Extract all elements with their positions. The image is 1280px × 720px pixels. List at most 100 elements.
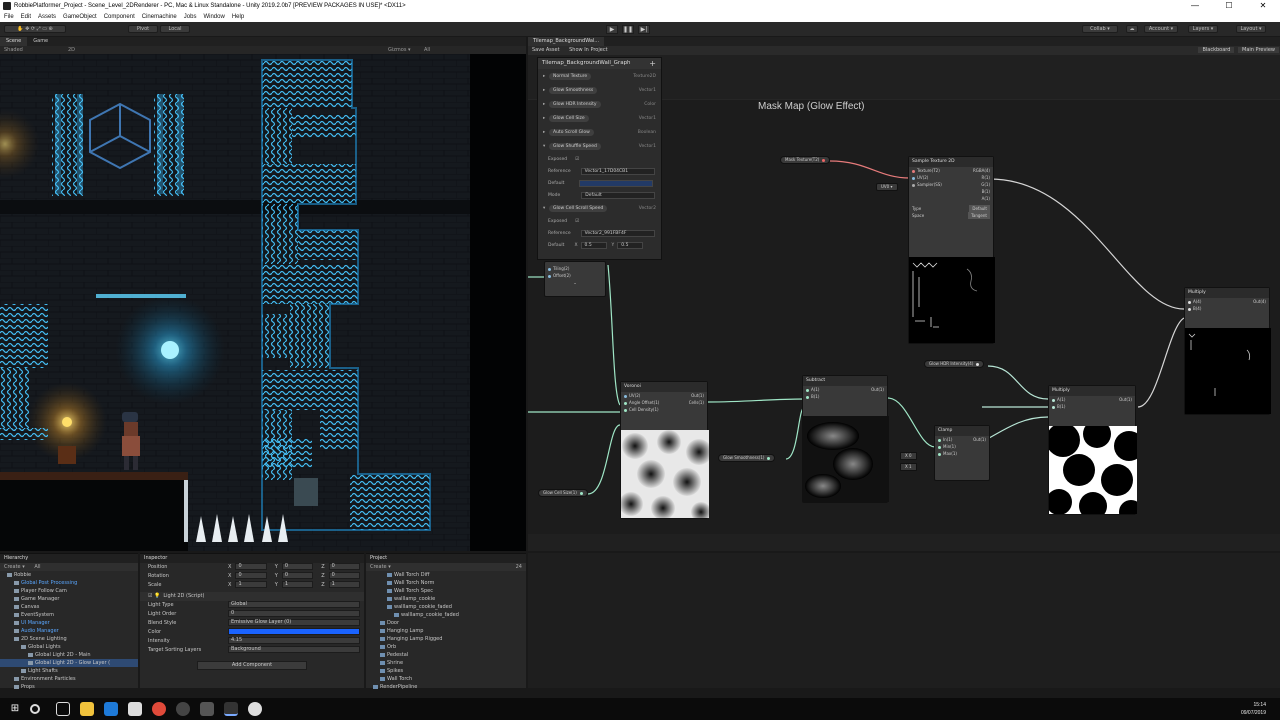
rotation-y[interactable]: 0 [281, 572, 314, 579]
layers-dropdown[interactable]: Layers ▾ [1188, 25, 1218, 33]
add-component-button[interactable]: Add Component [197, 661, 307, 670]
hierarchy-item[interactable]: EventSystem [0, 611, 138, 619]
menu-component[interactable]: Component [104, 12, 135, 22]
bb-prop-cell-scroll-speed[interactable]: ▾ Glow Cell Scroll Speed Vector2 [538, 201, 661, 215]
bb-prop-glow-hdr[interactable]: ▸ Glow HDR Intensity Color [538, 97, 661, 111]
position-x[interactable]: 0 [235, 563, 267, 570]
type-dropdown[interactable]: Default [969, 205, 990, 212]
menu-assets[interactable]: Assets [38, 12, 56, 22]
project-item[interactable]: Hanging Lamp [366, 627, 526, 635]
tab-scene[interactable]: Scene [0, 37, 28, 46]
clamp-node[interactable]: Clamp In(1) Min(1) Max(1) Out(1) [934, 425, 990, 481]
scale-x[interactable]: 1 [235, 581, 267, 588]
mail-icon[interactable] [128, 702, 142, 716]
bb-prop-auto-scroll[interactable]: ▸ Auto Scroll Glow Boolean [538, 125, 661, 139]
tab-hierarchy[interactable]: Hierarchy [0, 554, 138, 563]
rotation-z[interactable]: 0 [328, 572, 361, 579]
tiling-offset-node[interactable]: Tiling(2) Offset(2) ⌄ [544, 261, 606, 297]
glow-cell-size-pill[interactable]: Glow Cell Size(1) [538, 489, 588, 497]
step-button[interactable]: ▶| [638, 25, 650, 34]
menu-window[interactable]: Window [203, 12, 224, 22]
light-type-dropdown[interactable]: Global [228, 601, 360, 608]
project-item[interactable]: Wall Torch [366, 675, 526, 683]
pause-button[interactable]: ❚❚ [622, 25, 634, 34]
hierarchy-item[interactable]: Game Manager [0, 595, 138, 603]
hierarchy-search[interactable]: All [34, 564, 40, 570]
multiply-node-1[interactable]: Multiply A(1) B(1) Out(1) [1048, 385, 1137, 515]
menu-gameobject[interactable]: GameObject [63, 12, 97, 22]
scale-z[interactable]: 1 [328, 581, 361, 588]
menu-file[interactable]: File [4, 12, 14, 22]
unity-taskbar-icon[interactable] [224, 702, 238, 716]
windows-start-icon[interactable]: ⊞ [8, 702, 22, 716]
menu-edit[interactable]: Edit [21, 12, 31, 22]
shading-mode-dropdown[interactable]: Shaded [4, 47, 23, 53]
project-item[interactable]: Wall Torch Norm [366, 579, 526, 587]
bb-prop-shuffle-speed[interactable]: ▾ Glow Shuffle Speed Vector1 [538, 139, 661, 153]
clamp-min-field[interactable]: X 0 [900, 452, 917, 460]
main-preview-toggle[interactable]: Main Preview [1238, 47, 1279, 53]
project-item[interactable]: walllamp_cookie_faded [366, 611, 526, 619]
hierarchy-item[interactable]: Global Post Processing [0, 579, 138, 587]
project-item[interactable]: Door [366, 619, 526, 627]
gizmos-dropdown[interactable]: Gizmos ▾ [388, 46, 411, 54]
project-item[interactable]: Wall Torch Spec [366, 587, 526, 595]
maximize-button[interactable]: ☐ [1212, 0, 1246, 12]
save-asset-button[interactable]: Save Asset [532, 47, 560, 53]
layout-dropdown[interactable]: Layout ▾ [1236, 25, 1266, 33]
project-item[interactable]: Pedestal [366, 651, 526, 659]
position-y[interactable]: 0 [281, 563, 314, 570]
clamp-max-field[interactable]: X 1 [900, 463, 917, 471]
tab-inspector[interactable]: Inspector [140, 554, 364, 563]
cloud-icon[interactable]: ☁ [1126, 25, 1138, 33]
bb-prop-normal-texture[interactable]: ▸ Normal Texture Texture2D [538, 69, 661, 83]
glow-smoothness-pill[interactable]: Glow Smoothness(1) [718, 454, 776, 462]
collapse-chevron-icon[interactable]: ⌄ [545, 279, 605, 286]
add-property-button[interactable]: + [649, 59, 656, 68]
project-item[interactable]: Wall Torch Diff [366, 571, 526, 579]
chrome-icon[interactable] [152, 702, 166, 716]
x-field[interactable]: 0.5 [580, 241, 607, 249]
task-view-icon[interactable] [56, 702, 70, 716]
mode-dropdown[interactable]: Default [581, 191, 656, 199]
sorting-layers-dropdown[interactable]: Background [228, 646, 360, 653]
hierarchy-item[interactable]: Global Lights [0, 643, 138, 651]
intensity-field[interactable]: 4.15 [228, 637, 360, 644]
blackboard-toggle[interactable]: Blackboard [1198, 47, 1235, 53]
light-order-field[interactable]: 0 [228, 610, 360, 617]
light2d-component-header[interactable]: ☑ 💡 Light 2D (Script) [140, 592, 364, 601]
blackboard-panel[interactable]: Tilemap_BackgroundWall_Graph + ▸ Normal T… [537, 57, 662, 260]
voronoi-node[interactable]: Voronoi UV(2) Angle Offset(1) Cell Densi… [620, 381, 709, 519]
pivot-toggle[interactable]: Pivot [128, 25, 158, 33]
hierarchy-item[interactable]: 2D Scene Lighting [0, 635, 138, 643]
play-button[interactable]: ▶ [606, 25, 618, 34]
space-dropdown[interactable]: Tangent [968, 212, 990, 219]
exposed-checkbox[interactable]: ☑ [575, 157, 579, 162]
glow-hdr-pill[interactable]: Glow HDR Intensity(4) [924, 360, 985, 368]
blend-style-dropdown[interactable]: Emissive Glow Layer (0) [228, 619, 360, 626]
hierarchy-item[interactable]: Robbie [0, 571, 138, 579]
app-icon[interactable] [200, 702, 214, 716]
sample-texture-2d-node[interactable]: Sample Texture 2D Texture(T2) UV(2) Samp… [908, 156, 995, 344]
close-button[interactable]: ✕ [1246, 0, 1280, 12]
collab-button[interactable]: Collab ▾ [1082, 25, 1118, 33]
tab-project[interactable]: Project [366, 554, 526, 563]
hierarchy-item[interactable]: Global Light 2D - Glow Layer ( [0, 659, 138, 667]
project-create-button[interactable]: Create ▾ [370, 564, 391, 570]
bb-prop-glow-cell-size[interactable]: ▸ Glow Cell Size Vector1 [538, 111, 661, 125]
hierarchy-create-button[interactable]: Create ▾ [4, 564, 25, 570]
tab-shader-graph[interactable]: Tilemap_BackgroundWal... [528, 37, 605, 46]
reference-field[interactable]: Vector2_991FBF4F [580, 229, 655, 237]
transform-tools[interactable]: ✋ ✥ ⟳ ⤢ ▭ ⊕ [4, 25, 66, 33]
hierarchy-item[interactable]: Audio Manager [0, 627, 138, 635]
mask-texture-pill[interactable]: Mask Texture(T2) [780, 156, 831, 164]
scene-search[interactable]: All [424, 46, 430, 54]
bb-prop-glow-smoothness[interactable]: ▸ Glow Smoothness Vector1 [538, 83, 661, 97]
minimize-button[interactable]: — [1178, 0, 1212, 12]
scene-viewport[interactable] [0, 54, 526, 551]
github-icon[interactable] [176, 702, 190, 716]
hierarchy-item[interactable]: Global Light 2D - Main [0, 651, 138, 659]
multiply-node-2[interactable]: Multiply A(4) B(4) Out(4) [1184, 287, 1271, 415]
uv0-dropdown[interactable]: UV0 ▾ [876, 183, 898, 191]
hierarchy-item[interactable]: Canvas [0, 603, 138, 611]
